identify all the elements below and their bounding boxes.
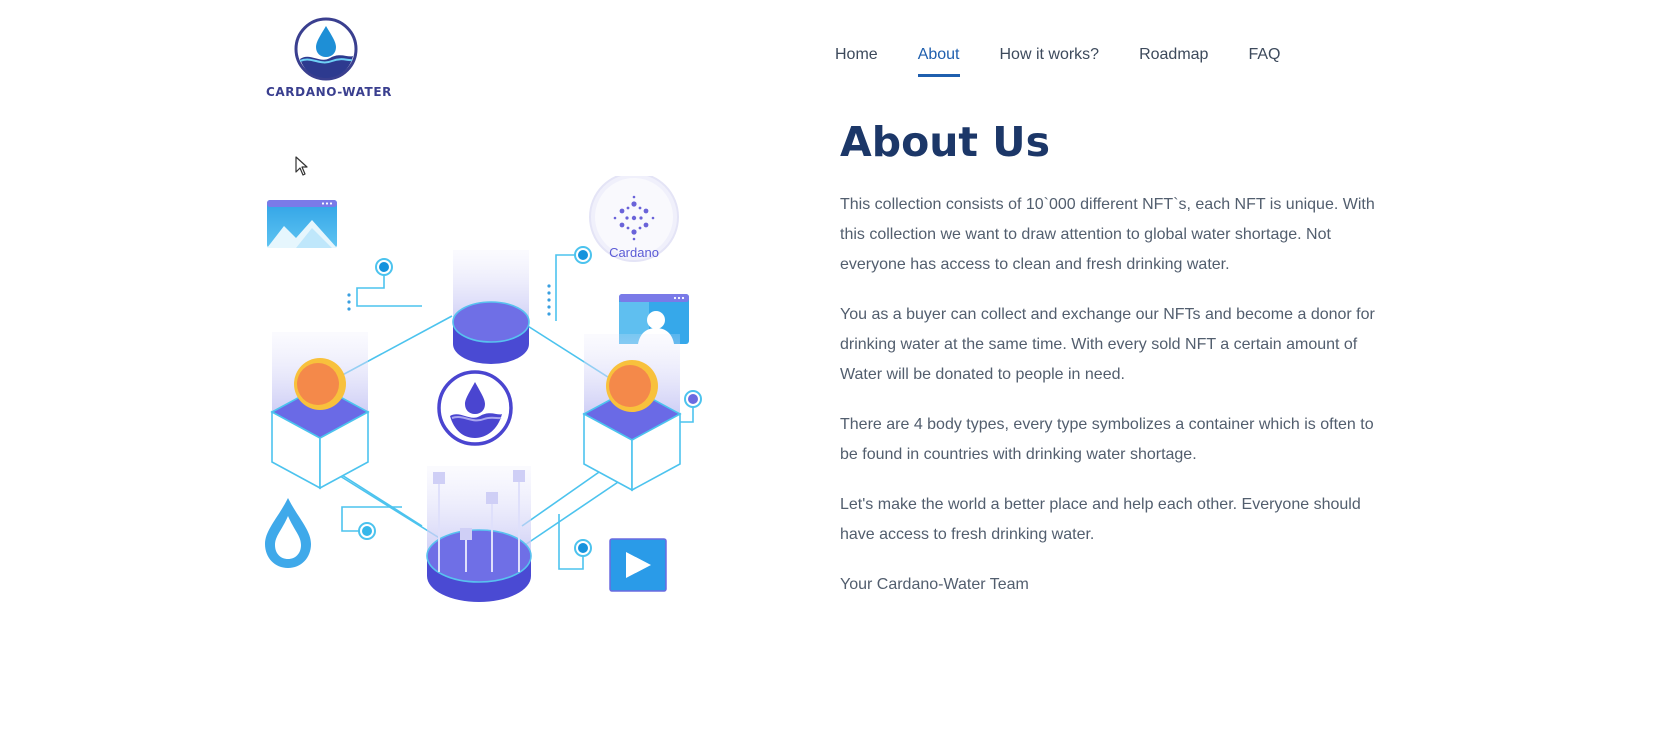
- nav-roadmap[interactable]: Roadmap: [1139, 46, 1208, 77]
- about-paragraph-4: Let's make the world a better place and …: [840, 496, 1361, 543]
- about-paragraph-2: You as a buyer can collect and exchange …: [840, 306, 1375, 383]
- center-water-logo: [437, 370, 513, 446]
- nav-about[interactable]: About: [917, 46, 960, 77]
- mouse-cursor-icon: [295, 156, 308, 176]
- brand-name: CARDANO-WATER: [266, 85, 392, 99]
- cardano-badge: Cardano: [589, 176, 679, 262]
- cardano-label: Cardano: [609, 245, 659, 260]
- play-icon: [609, 538, 667, 592]
- water-drop-icon: [265, 498, 311, 568]
- main-nav: Home About How it works? Roadmap FAQ: [835, 46, 1320, 77]
- bottom-cylinder: [426, 466, 532, 602]
- nav-how-it-works[interactable]: How it works?: [1000, 46, 1100, 77]
- nav-home[interactable]: Home: [835, 46, 878, 77]
- top-cylinder: [452, 250, 530, 364]
- blockchain-illustration: Cardano: [265, 176, 702, 602]
- signature: Your Cardano-Water Team: [840, 576, 1029, 593]
- right-cube: [582, 334, 682, 492]
- nav-faq[interactable]: FAQ: [1248, 46, 1280, 77]
- about-paragraph-3: There are 4 body types, every type symbo…: [840, 416, 1374, 463]
- left-cube: [270, 332, 370, 490]
- about-paragraph-1: This collection consists of 10`000 diffe…: [840, 196, 1375, 273]
- page-title: About Us: [840, 118, 1051, 166]
- image-card-icon: [267, 200, 337, 248]
